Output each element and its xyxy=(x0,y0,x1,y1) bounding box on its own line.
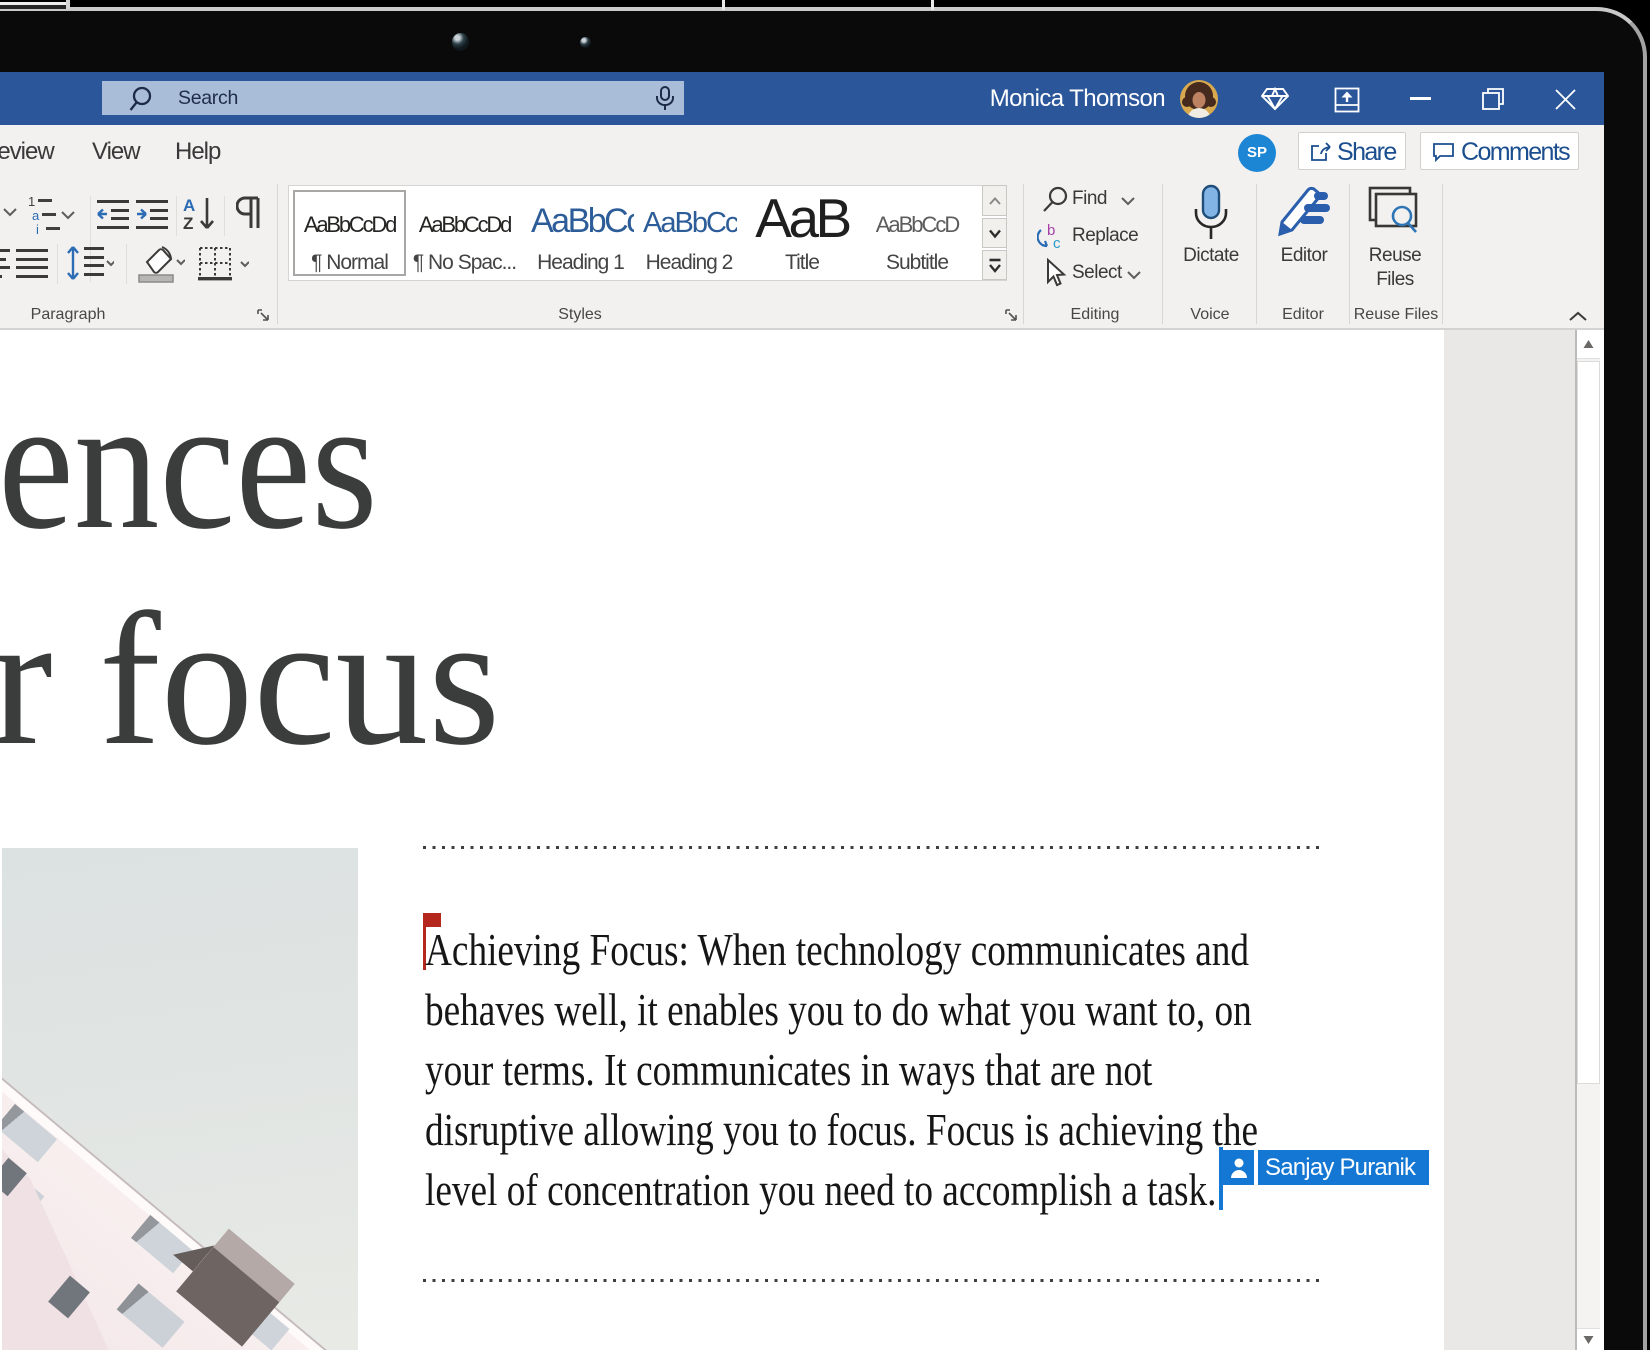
svg-text:a: a xyxy=(32,208,40,223)
svg-text:c: c xyxy=(1053,235,1061,252)
svg-text:Z: Z xyxy=(183,214,193,232)
svg-text:1: 1 xyxy=(28,194,35,209)
svg-text:i: i xyxy=(36,222,39,236)
svg-text:A: A xyxy=(183,196,195,215)
